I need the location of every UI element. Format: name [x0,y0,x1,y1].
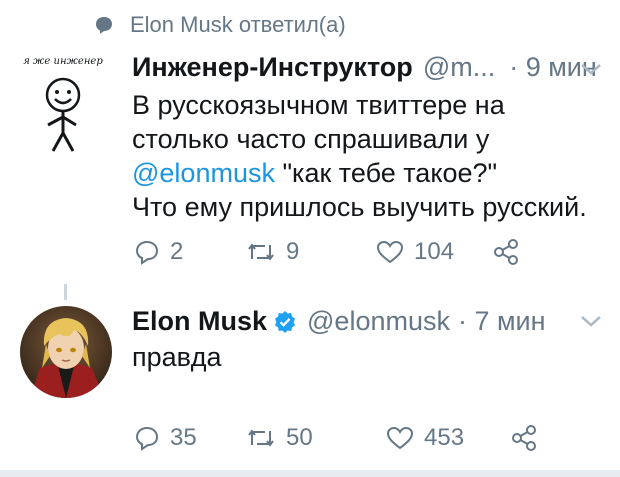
reply-count: 2 [170,238,184,265]
stick-figure-icon [45,77,81,152]
tweet-text-line: @elonmusk "как тебе такое?" [132,156,602,190]
avatar[interactable] [20,306,112,398]
like-button[interactable]: 104 [376,238,492,266]
tweet-text: правда [132,342,222,372]
avatar-caption: я же инженер [23,56,103,67]
tweet-text: В русскоязычном твиттере на столько част… [132,88,602,224]
reply-button[interactable]: 35 [134,424,246,452]
author-handle[interactable]: @elonmusk [307,306,450,337]
retweet-icon [248,429,274,447]
divider [0,470,620,477]
tweet-text-line: столько часто спрашивали у [132,124,490,154]
reply-icon [135,426,159,451]
tweet-header: Elon Musk @elonmusk · 7 мин [132,306,546,337]
author-name[interactable]: Elon Musk [132,306,267,337]
share-icon [494,239,518,265]
reply-context[interactable]: Elon Musk ответил(а) [94,12,346,38]
retweet-count: 9 [286,238,300,265]
tweet-header: Инженер-Инструктор @m... · 9 мин [132,52,597,83]
tweet-text-line: В русскоязычном твиттере на [132,90,505,120]
like-count: 453 [424,424,465,451]
chat-bubble-icon [94,15,114,35]
avatar[interactable]: я же инженер [18,56,108,156]
share-button[interactable] [492,238,520,266]
verified-badge-icon [273,310,297,334]
like-button[interactable]: 453 [386,424,510,452]
share-button[interactable] [510,424,538,452]
retweet-button[interactable]: 9 [246,238,376,266]
retweet-count: 50 [286,424,313,451]
heart-icon [376,240,404,264]
chevron-down-icon[interactable] [580,314,602,328]
retweet-button[interactable]: 50 [246,424,386,452]
tweet-actions: 2 9 104 [134,238,520,266]
thread-connector [64,284,67,300]
reply-icon [135,240,159,265]
mention-link[interactable]: @elonmusk [132,158,275,188]
retweet-icon [248,243,274,261]
chevron-down-icon[interactable] [580,62,602,76]
reply-count: 35 [170,424,197,451]
like-count: 104 [414,238,455,265]
author-handle[interactable]: @m... [423,52,495,83]
tweet-actions: 35 50 453 [134,424,538,452]
tweet-time[interactable]: · 7 мин [458,306,546,337]
reply-button[interactable]: 2 [134,238,246,266]
tweet-text-fragment: "как тебе такое?" [274,158,498,188]
heart-icon [386,426,414,450]
share-icon [512,425,536,451]
reply-context-text: Elon Musk ответил(а) [130,12,346,37]
anime-character-avatar-icon [20,306,112,398]
author-name[interactable]: Инженер-Инструктор [132,52,413,83]
tweet-text-line: Что ему пришлось выучить русский. [132,192,587,222]
